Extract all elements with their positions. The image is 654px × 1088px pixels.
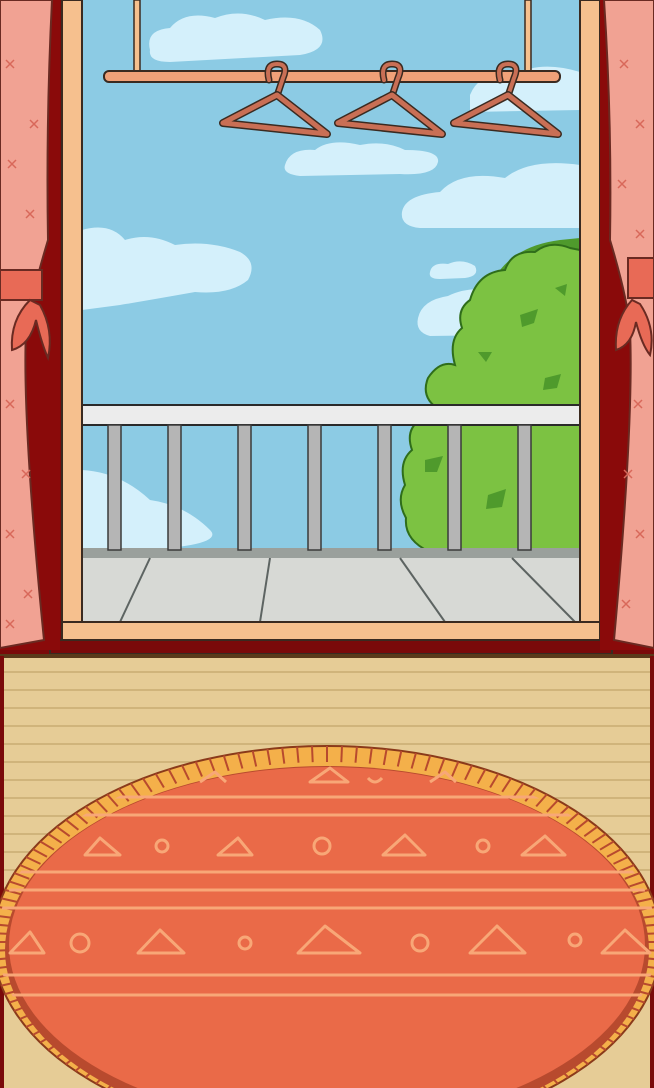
scene-canvas bbox=[0, 0, 654, 1088]
railing-top-rail bbox=[82, 404, 580, 426]
railing-post bbox=[377, 424, 392, 551]
rug-fringe-tick bbox=[311, 746, 314, 763]
game-scene bbox=[0, 0, 654, 1088]
railing-post bbox=[307, 424, 322, 551]
drying-rod bbox=[103, 70, 561, 83]
tree-foliage-lower bbox=[399, 417, 580, 553]
rug-fringe-tick bbox=[354, 746, 358, 763]
wood-floor-right-trim bbox=[650, 656, 654, 1088]
railing-post bbox=[107, 424, 122, 551]
railing-post bbox=[447, 424, 462, 551]
wood-floor-edge bbox=[0, 654, 654, 658]
frame-sill bbox=[49, 639, 613, 655]
balcony-floor-surface bbox=[82, 555, 580, 622]
railing-post bbox=[237, 424, 252, 551]
rug-fringe-tick bbox=[296, 746, 300, 763]
railing-post bbox=[167, 424, 182, 551]
curtain-right[interactable] bbox=[600, 0, 654, 650]
balcony-floor-edge bbox=[82, 548, 580, 558]
rod-support-right bbox=[524, 0, 532, 75]
frame-left bbox=[61, 0, 83, 641]
wood-floor-left-trim bbox=[0, 656, 4, 1088]
rod-support-left bbox=[133, 0, 141, 75]
frame-right bbox=[579, 0, 601, 641]
rug-fringe-tick bbox=[340, 746, 343, 763]
balcony-floor bbox=[82, 548, 580, 622]
railing-post bbox=[517, 424, 532, 551]
curtain-left[interactable] bbox=[0, 0, 60, 650]
